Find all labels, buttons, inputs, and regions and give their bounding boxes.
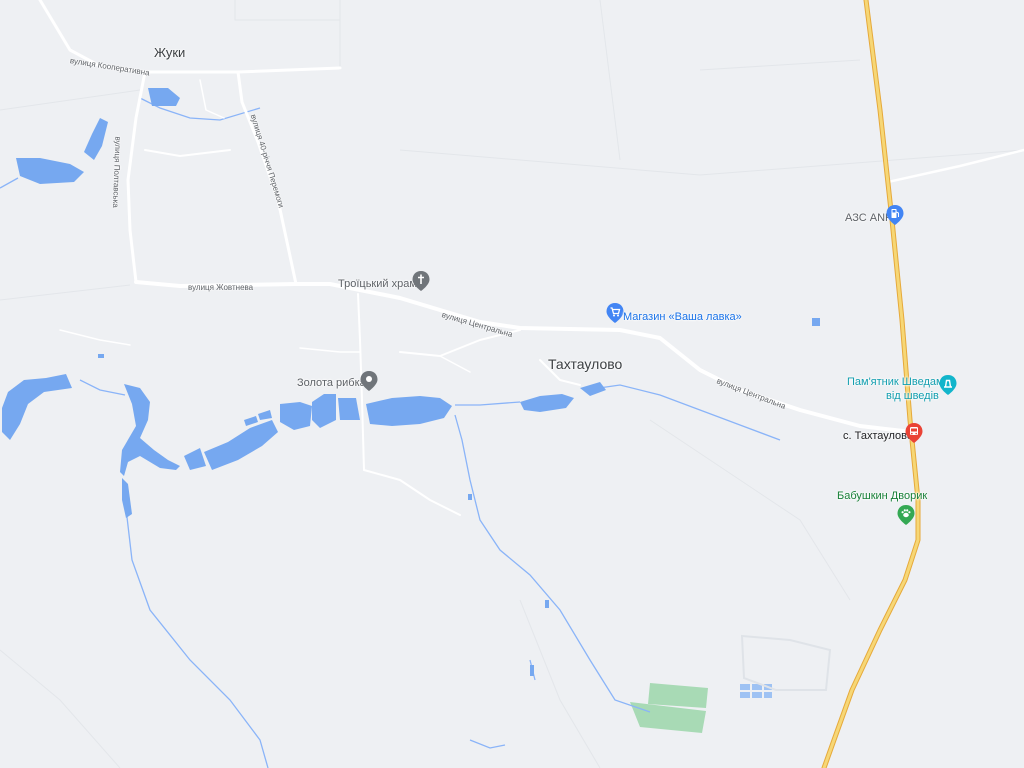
poi-label-restaurant[interactable]: Бабушкин Дворик: [837, 490, 927, 502]
poi-label-shop[interactable]: Магазин «Ваша лавка»: [623, 311, 742, 323]
bus-icon[interactable]: [903, 422, 925, 444]
monument-icon[interactable]: [937, 374, 959, 396]
place-label-zhuky: Жуки: [154, 45, 186, 60]
place-label-takhtaulovo: Тахтаулово: [548, 356, 623, 372]
poi-label-fishing[interactable]: Золота рибка: [297, 377, 366, 389]
poi-label-church[interactable]: Троїцький храм: [338, 278, 417, 290]
street-label-zhovtneva: вулиця Жовтнева: [188, 283, 254, 292]
poi-label-monument-line2[interactable]: від шведів: [886, 390, 939, 402]
poi-label-monument-line1[interactable]: Пам'ятник Шведам: [847, 376, 944, 388]
gas-station-icon[interactable]: [884, 204, 906, 226]
place-icon[interactable]: [358, 370, 380, 392]
paw-icon[interactable]: [895, 504, 917, 526]
church-icon[interactable]: [410, 270, 432, 292]
